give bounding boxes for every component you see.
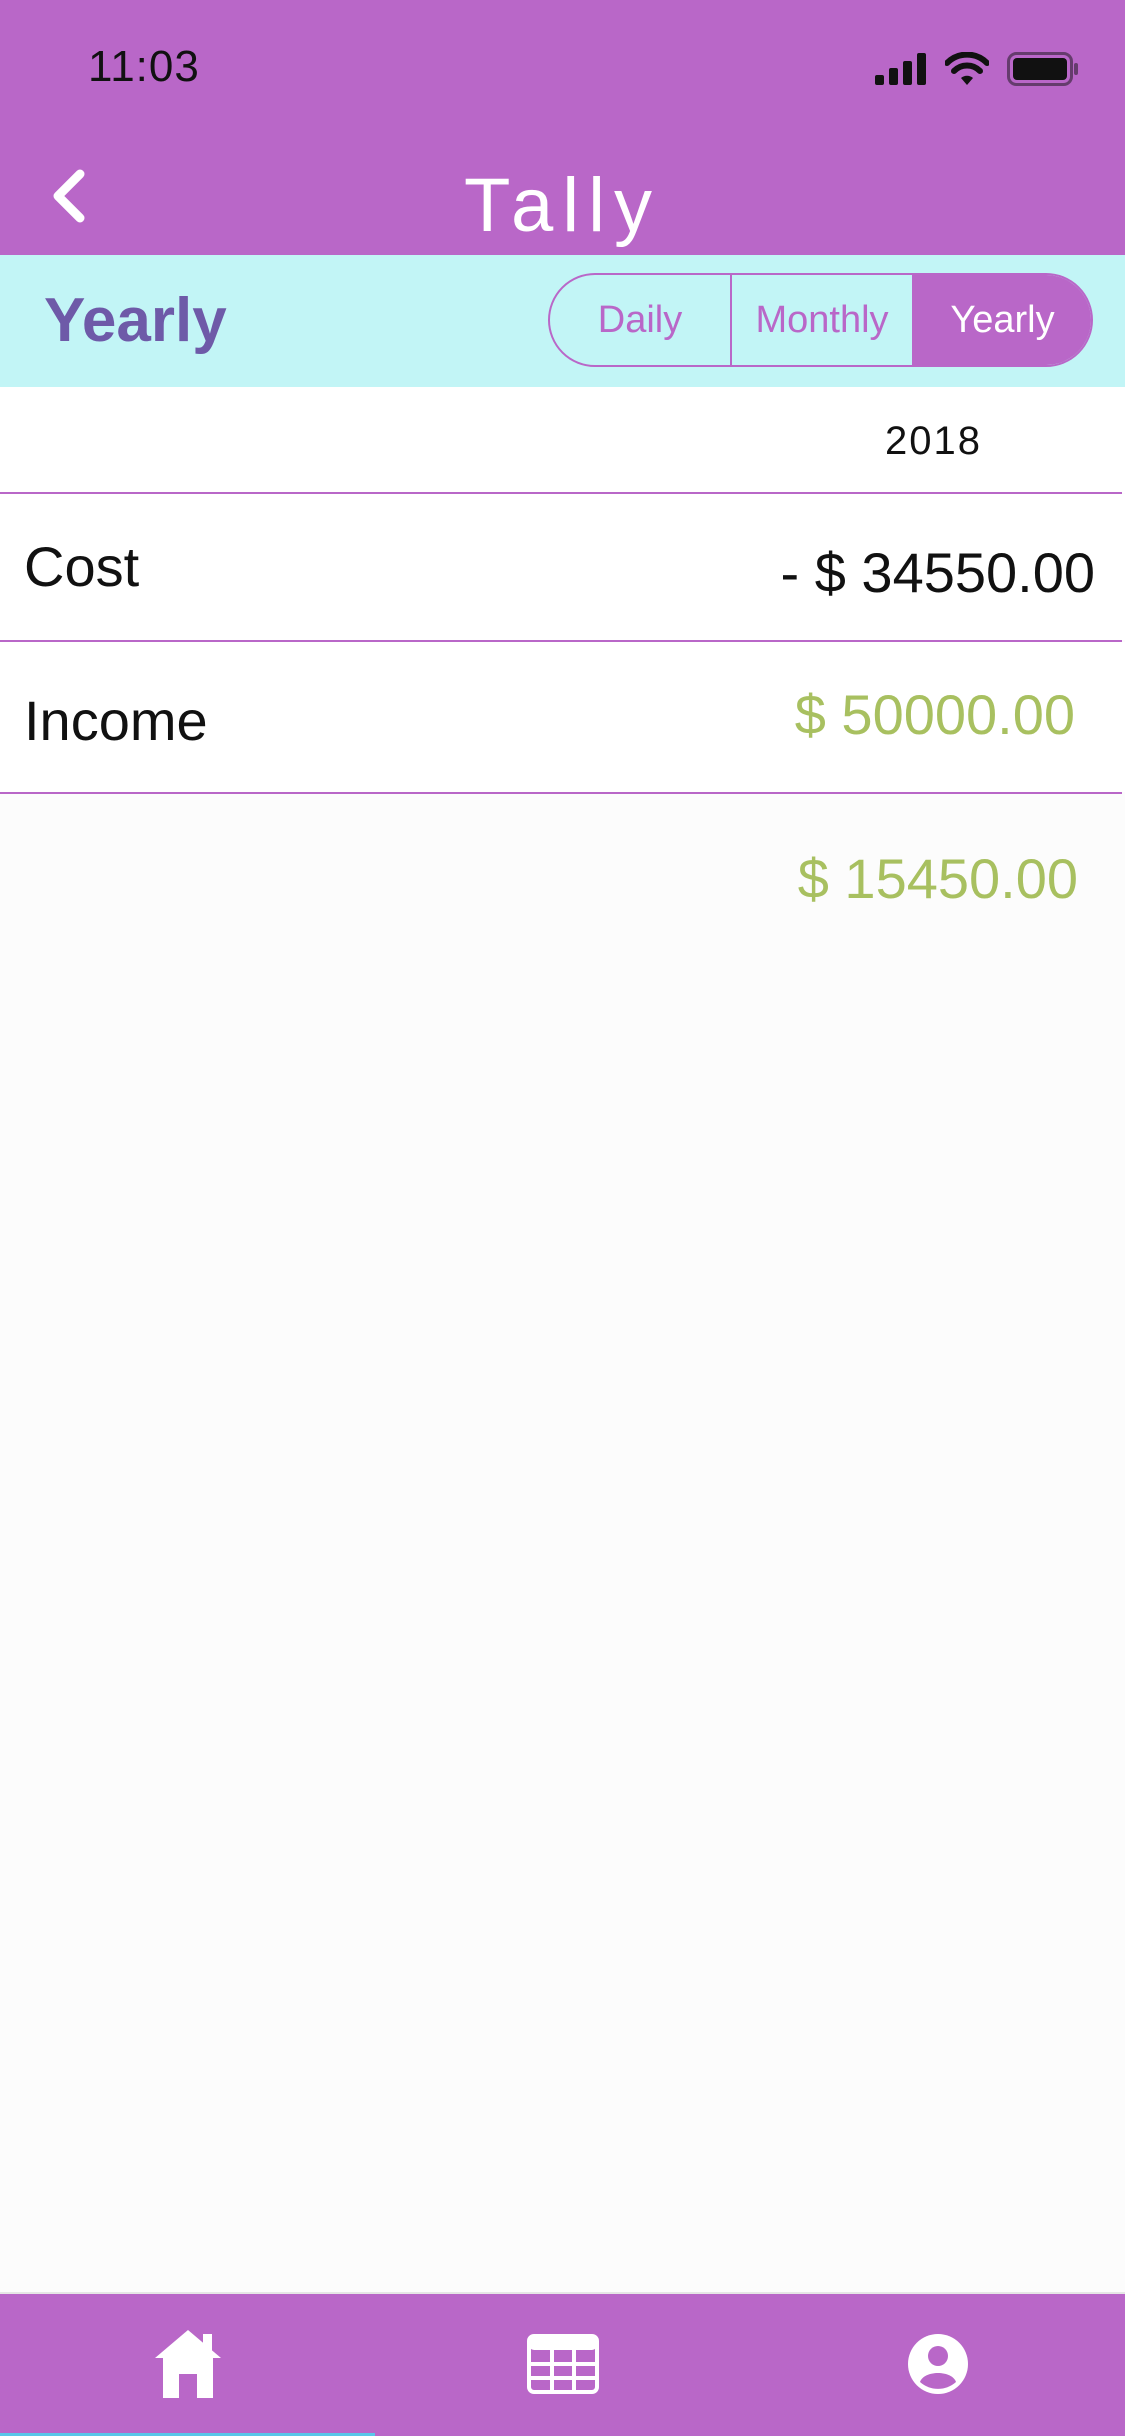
year-row: 2018 — [0, 387, 1125, 493]
cellular-signal-icon — [875, 53, 927, 90]
segment-yearly[interactable]: Yearly — [914, 275, 1091, 365]
divider — [0, 792, 1122, 794]
tab-bar — [0, 2292, 1125, 2436]
income-row: Income $ 50000.00 — [0, 642, 1125, 792]
screen: 11:03 Tally Yearly Daily Monthly Yearly … — [0, 0, 1125, 2436]
cost-row: Cost - $ 34550.00 — [0, 494, 1125, 640]
status-icons — [875, 51, 1079, 91]
segment-daily[interactable]: Daily — [550, 275, 732, 365]
tab-profile[interactable] — [750, 2294, 1125, 2436]
cost-label: Cost — [24, 535, 140, 598]
year-label: 2018 — [885, 419, 982, 463]
home-icon — [153, 2328, 223, 2405]
top-bar: 11:03 Tally — [0, 0, 1125, 255]
income-label: Income — [24, 689, 208, 752]
user-profile-icon — [906, 2332, 970, 2401]
page-title: Tally — [463, 163, 662, 248]
wifi-icon — [944, 51, 990, 91]
segment-monthly[interactable]: Monthly — [732, 275, 914, 365]
period-segmented-control: Daily Monthly Yearly — [548, 273, 1093, 367]
cost-value: - $ 34550.00 — [780, 541, 1095, 604]
battery-icon — [1007, 52, 1079, 91]
period-title: Yearly — [44, 286, 227, 355]
income-value: $ 50000.00 — [794, 683, 1075, 746]
status-time: 11:03 — [88, 42, 200, 91]
balance-total: $ 15450.00 — [797, 847, 1078, 910]
calendar-grid-icon — [526, 2333, 599, 2399]
period-bar: Yearly Daily Monthly Yearly — [0, 255, 1125, 387]
tab-home[interactable] — [0, 2294, 375, 2436]
tab-calendar[interactable] — [375, 2294, 750, 2436]
